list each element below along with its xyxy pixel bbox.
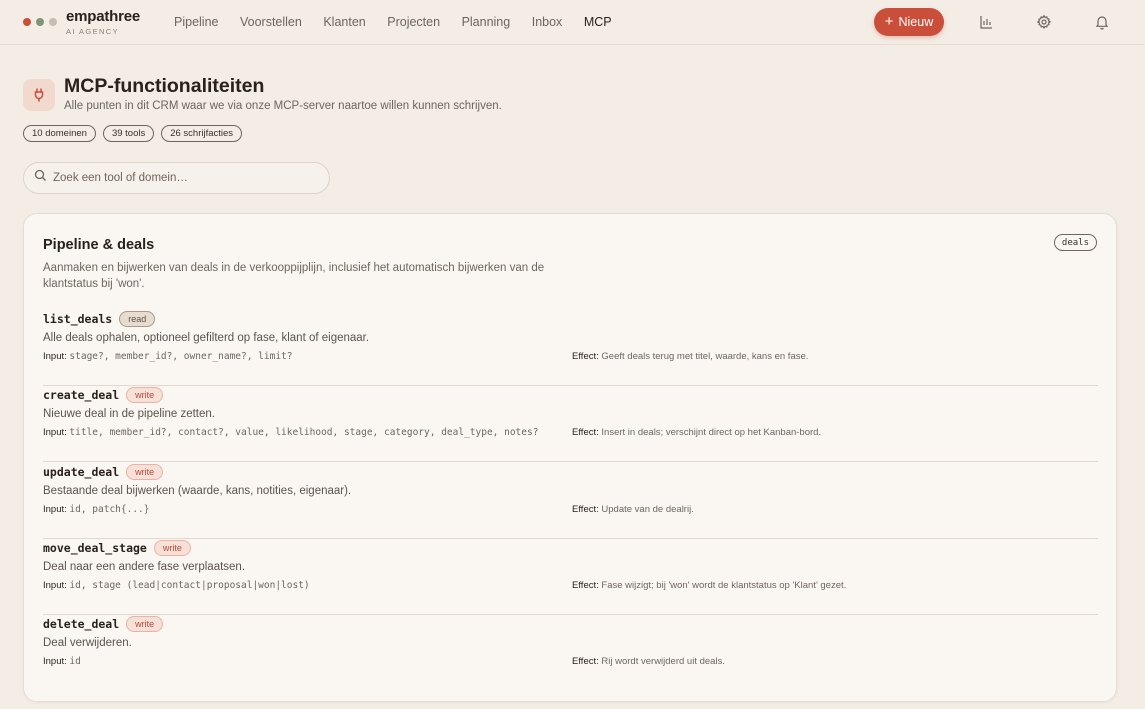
write-badge: write [126,464,164,480]
tool-description: Alle deals ophalen, optioneel gefilterd … [43,332,370,344]
window-dots [23,18,57,26]
input-params: title, member_id?, contact?, value, like… [69,427,539,438]
tool-description: Deal naar een andere fase verplaatsen. [43,561,246,573]
page-title: MCP-functionaliteiten [64,75,265,97]
effect-label: Effect: [572,580,599,591]
tool-row: list_deals read Alle deals ophalen, opti… [43,310,1098,386]
page-subtitle: Alle punten in dit CRM waar we via onze … [64,100,502,112]
new-button-label: Nieuw [898,15,934,29]
brand-logo[interactable]: empathree AI AGENCY [66,8,140,36]
tool-row: create_deal write Nieuwe deal in de pipe… [43,386,1098,462]
top-bar: empathree AI AGENCY Pipeline Voorstellen… [0,0,1145,45]
plug-icon [23,79,55,111]
nav-item-inbox[interactable]: Inbox [532,15,563,29]
domain-title: Pipeline & deals [43,237,155,253]
input-params: id [69,656,81,667]
tool-effect: Effect: Fase wijzigt; bij 'won' wordt de… [572,580,846,591]
domain-card: Pipeline & deals deals Aanmaken en bijwe… [23,213,1117,702]
tool-name: move_deal_stage [43,541,147,555]
effect-text: Geeft deals terug met titel, waarde, kan… [601,351,809,362]
main-nav: Pipeline Voorstellen Klanten Projecten P… [174,15,633,29]
input-label: Input: [43,351,67,362]
stat-chip-tools: 39 tools [102,125,155,142]
tool-name: update_deal [43,465,120,479]
effect-text: Fase wijzigt; bij 'won' wordt de klantst… [601,580,847,591]
input-label: Input: [43,504,67,515]
gear-icon[interactable] [1036,14,1052,30]
tool-effect: Effect: Update van de dealrij. [572,504,694,515]
input-label: Input: [43,427,67,438]
nav-item-mcp[interactable]: MCP [584,15,612,29]
input-params: id, stage (lead|contact|proposal|won|los… [69,580,310,591]
nav-item-voorstellen[interactable]: Voorstellen [240,15,302,29]
brand-name: empathree [66,8,141,25]
tool-description: Deal verwijderen. [43,637,132,649]
brand-tagline: AI AGENCY [66,27,120,36]
search-box [23,162,330,194]
tool-description: Bestaande deal bijwerken (waarde, kans, … [43,485,352,497]
tan-dot [49,18,57,26]
effect-label: Effect: [572,656,599,667]
nav-item-projecten[interactable]: Projecten [387,15,440,29]
stat-chip-write-actions: 26 schrijfacties [161,125,243,142]
write-badge: write [126,387,164,403]
plus-icon: + [884,13,894,30]
new-button[interactable]: + Nieuw [874,8,944,36]
stats-chips: 10 domeinen 39 tools 26 schrijfacties [23,125,243,142]
tool-input: Input: id [43,656,81,667]
effect-text: Update van de dealrij. [601,504,694,515]
bell-icon[interactable] [1094,14,1110,30]
search-icon [34,169,47,187]
tool-input: Input: id, stage (lead|contact|proposal|… [43,580,310,591]
tool-input: Input: title, member_id?, contact?, valu… [43,427,538,438]
red-dot [23,18,31,26]
tool-row: update_deal write Bestaande deal bijwerk… [43,463,1098,539]
tool-description: Nieuwe deal in de pipeline zetten. [43,408,215,420]
write-badge: write [126,616,164,632]
tool-row: move_deal_stage write Deal naar een ande… [43,539,1098,615]
chart-icon[interactable] [978,14,994,30]
tool-name: create_deal [43,388,120,402]
nav-item-planning[interactable]: Planning [462,15,511,29]
effect-label: Effect: [572,351,599,362]
input-params: stage?, member_id?, owner_name?, limit? [69,351,293,362]
domain-description: Aanmaken en bijwerken van deals in de ve… [43,262,545,290]
tool-name: list_deals [43,312,113,326]
tool-input: Input: stage?, member_id?, owner_name?, … [43,351,292,362]
search-input[interactable] [53,172,313,184]
effect-text: Insert in deals; verschijnt direct op he… [601,427,822,438]
nav-item-klanten[interactable]: Klanten [323,15,365,29]
domain-tag: deals [1053,234,1097,251]
stat-chip-domains: 10 domeinen [23,125,96,142]
write-badge: write [153,540,191,556]
tool-input: Input: id, patch{...} [43,504,150,515]
green-dot [36,18,44,26]
effect-label: Effect: [572,504,599,515]
input-params: id, patch{...} [69,504,150,515]
nav-item-pipeline[interactable]: Pipeline [174,15,218,29]
read-badge: read [119,311,156,327]
tool-name: delete_deal [43,617,120,631]
tool-effect: Effect: Rij wordt verwijderd uit deals. [572,656,725,667]
effect-label: Effect: [572,427,599,438]
tool-row: delete_deal write Deal verwijderen. Inpu… [43,615,1098,691]
effect-text: Rij wordt verwijderd uit deals. [601,656,725,667]
tool-effect: Effect: Geeft deals terug met titel, waa… [572,351,808,362]
input-label: Input: [43,580,67,591]
tool-effect: Effect: Insert in deals; verschijnt dire… [572,427,821,438]
input-label: Input: [43,656,67,667]
